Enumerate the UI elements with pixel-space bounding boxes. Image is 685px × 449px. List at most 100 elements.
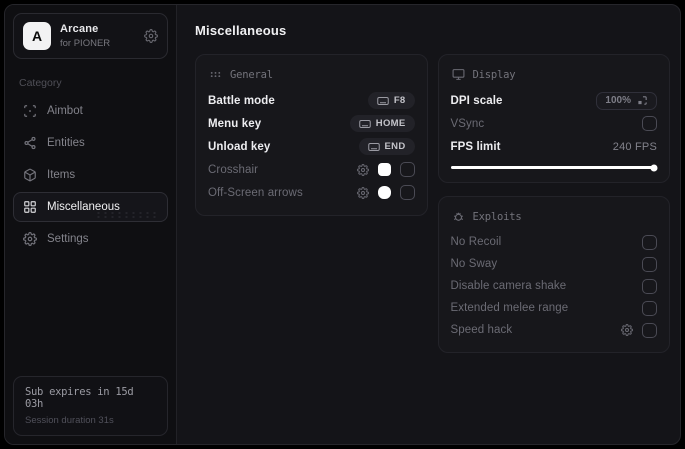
speed-hack-row: Speed hack [450,319,657,341]
offscreen-arrows-color-swatch[interactable] [377,186,391,199]
sidebar-item-entities[interactable]: Entities [13,128,168,158]
vsync-row: VSync [450,112,657,135]
session-duration-text: Session duration 31s [25,415,114,426]
brand-name: Arcane [60,23,99,35]
keybind-value: HOME [375,118,406,129]
general-panel-title: General [230,68,273,81]
dpi-scale-value: 100% [605,95,631,106]
app-window: A Arcane for PIONER Category Aimbot Enti… [4,4,681,445]
vsync-checkbox[interactable] [642,116,657,131]
brand-card: A Arcane for PIONER [13,13,168,59]
subscription-info-card: Sub expires in 15d 03h Session duration … [13,376,168,436]
menu-key-keybind[interactable]: HOME [349,115,415,132]
menu-key-label: Menu key [208,117,262,130]
gear-icon[interactable] [621,324,633,336]
sidebar-item-miscellaneous[interactable]: Miscellaneous [13,192,168,222]
vsync-label: VSync [450,117,485,130]
dpi-scale-label: DPI scale [450,94,503,107]
unload-key-keybind[interactable]: END [358,138,415,155]
keyboard-icon [377,96,389,106]
no-recoil-label: No Recoil [450,236,502,248]
scaling-icon [637,95,648,106]
exploits-panel-title: Exploits [472,210,522,223]
left-column: General Battle mode F8 Menu key HOME Unl… [195,54,428,216]
fps-limit-row: FPS limit 240 FPS [451,135,658,158]
display-panel: Display DPI scale 100% VSync FPS limit 2… [437,54,670,183]
general-panel: General Battle mode F8 Menu key HOME Unl… [195,54,428,216]
no-sway-row: No Sway [450,253,657,275]
extended-melee-range-label: Extended melee range [450,302,569,314]
bug-icon [452,210,465,223]
exploits-panel: Exploits No Recoil No Sway Disable camer… [437,196,670,353]
scan-target-icon [23,104,37,118]
fps-limit-slider[interactable] [450,164,658,171]
disable-camera-shake-label: Disable camera shake [450,280,567,292]
unload-key-label: Unload key [208,140,271,153]
category-label: Category [19,77,62,89]
fps-slider-fill [450,166,654,169]
battle-mode-label: Battle mode [208,94,275,107]
fps-slider-thumb[interactable] [650,164,658,171]
brand-text: Arcane for PIONER [60,23,110,49]
speed-hack-label: Speed hack [450,324,513,336]
sidebar-item-label: Items [47,169,76,181]
no-recoil-checkbox[interactable] [642,234,657,250]
page-title: Miscellaneous [195,23,287,38]
monitor-icon [452,68,465,81]
battle-mode-keybind[interactable]: F8 [367,92,415,109]
sidebar-item-label: Entities [47,137,85,149]
no-recoil-row: No Recoil [450,231,657,253]
dots-grid-icon [209,68,222,81]
crosshair-label: Crosshair [208,163,259,176]
menu-key-row: Menu key HOME [208,112,415,135]
exploits-panel-header: Exploits [451,206,658,231]
sub-expiry-text: Sub expires in 15d 03h [25,386,134,410]
keybind-value: END [384,141,406,152]
network-nodes-icon [23,136,37,150]
speed-hack-checkbox[interactable] [642,322,657,338]
sidebar-nav: Aimbot Entities Items Miscellaneous Sett… [5,96,176,254]
crosshair-checkbox[interactable] [399,162,415,177]
no-sway-checkbox[interactable] [642,256,657,272]
crosshair-color-swatch[interactable] [377,163,391,176]
dpi-scale-row: DPI scale 100% [450,89,657,112]
gear-icon[interactable] [144,29,158,43]
fps-limit-value: 240 FPS [612,140,657,153]
offscreen-arrows-row: Off-Screen arrows [208,181,415,204]
gear-icon [23,232,37,246]
brand-logo: A [23,22,51,50]
dpi-scale-selector[interactable]: 100% [596,91,657,110]
extended-melee-range-checkbox[interactable] [642,300,657,316]
extended-melee-range-row: Extended melee range [450,297,657,319]
main-content: Miscellaneous General Battle mode F8 Men… [177,5,680,444]
sidebar-item-label: Miscellaneous [47,201,120,213]
sidebar-item-aimbot[interactable]: Aimbot [13,96,168,126]
gear-icon[interactable] [356,186,369,199]
fps-limit-label: FPS limit [450,140,501,153]
sidebar-item-label: Aimbot [47,105,83,117]
general-panel-header: General [208,64,415,89]
sidebar-item-settings[interactable]: Settings [13,224,168,254]
disable-camera-shake-checkbox[interactable] [642,278,657,294]
package-icon [23,168,37,182]
right-column: Display DPI scale 100% VSync FPS limit 2… [437,54,670,353]
offscreen-arrows-label: Off-Screen arrows [208,186,303,199]
sidebar: A Arcane for PIONER Category Aimbot Enti… [5,5,177,444]
keyboard-icon [359,119,371,129]
display-panel-title: Display [472,68,516,81]
battle-mode-row: Battle mode F8 [208,89,415,112]
disable-camera-shake-row: Disable camera shake [450,275,657,297]
crosshair-row: Crosshair [208,158,415,181]
sidebar-item-label: Settings [47,233,89,245]
grid-icon [23,200,37,214]
no-sway-label: No Sway [450,258,498,270]
brand-subtitle: for PIONER [60,38,111,49]
sidebar-item-items[interactable]: Items [13,160,168,190]
display-panel-header: Display [451,64,658,89]
keybind-value: F8 [393,95,406,106]
keyboard-icon [367,142,380,152]
panel-columns: General Battle mode F8 Menu key HOME Unl… [195,54,670,353]
gear-icon[interactable] [356,163,369,176]
offscreen-arrows-checkbox[interactable] [399,185,415,200]
unload-key-row: Unload key END [208,135,415,158]
